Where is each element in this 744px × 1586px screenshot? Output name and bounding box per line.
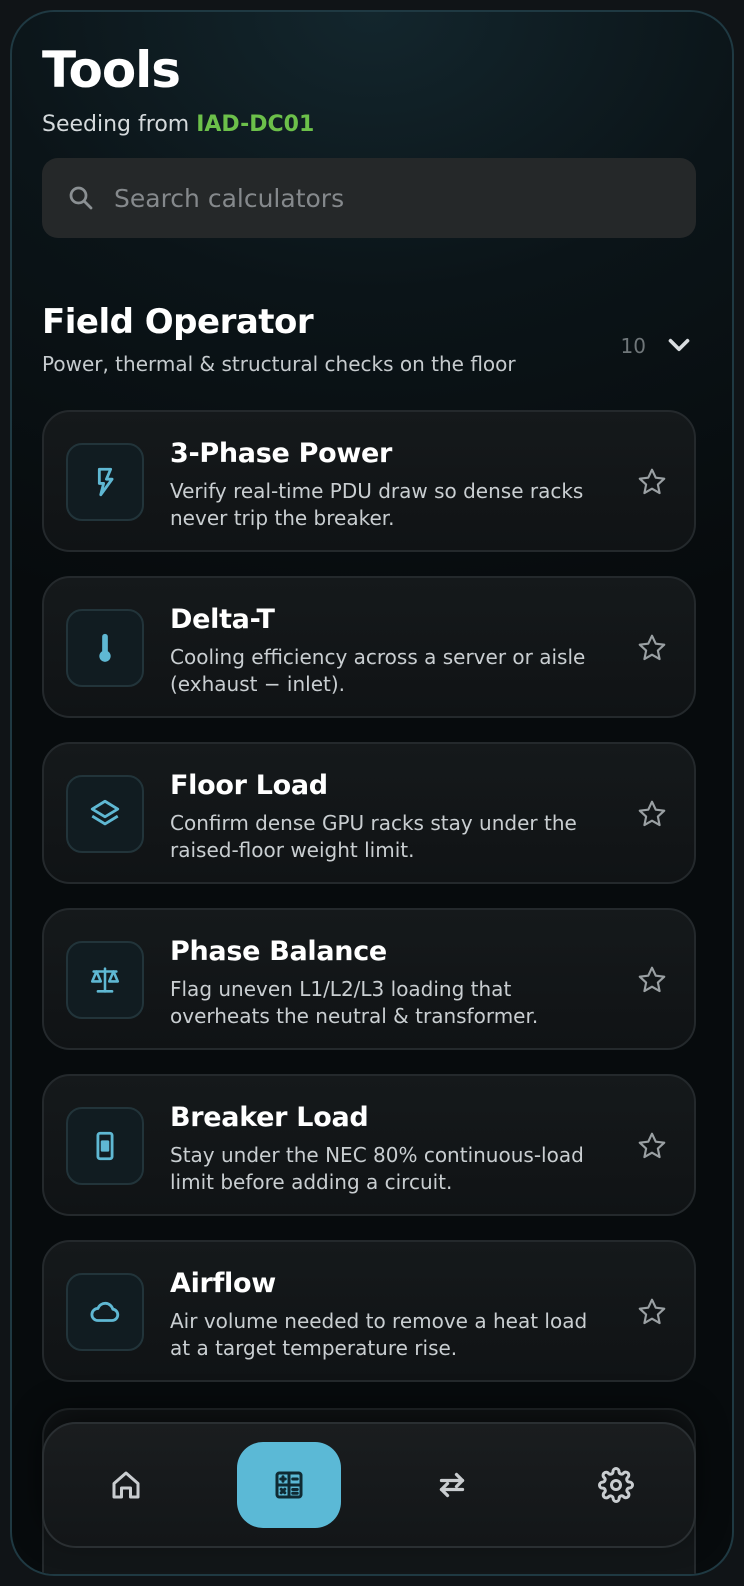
calculator-card-breaker-load[interactable]: Breaker Load Stay under the NEC 80% cont… — [42, 1074, 696, 1216]
scale-icon — [90, 967, 120, 993]
nav-home-button[interactable] — [74, 1442, 178, 1528]
card-title: Breaker Load — [170, 1102, 369, 1133]
section-count: 10 — [620, 334, 646, 358]
star-icon[interactable] — [636, 1296, 668, 1328]
star-icon[interactable] — [636, 798, 668, 830]
thermometer-icon — [99, 633, 111, 662]
home-icon — [112, 1471, 140, 1499]
device-frame: Tools Seeding from IAD-DC01 Field Operat… — [0, 0, 744, 1586]
seeding-status: Seeding from IAD-DC01 — [42, 112, 702, 137]
card-description: Confirm dense GPU racks stay under the r… — [170, 811, 577, 862]
bolt-icon — [97, 467, 114, 497]
card-description: Flag uneven L1/L2/L3 loading that overhe… — [170, 977, 539, 1028]
seeding-prefix: Seeding from — [42, 112, 197, 137]
card-icon-container — [66, 941, 144, 1019]
layers-icon — [90, 799, 120, 826]
nav-settings-button[interactable] — [564, 1442, 668, 1528]
card-title: 3-Phase Power — [170, 438, 393, 469]
card-title: Phase Balance — [170, 936, 387, 967]
search-input[interactable] — [112, 182, 696, 214]
calculator-card-delta-t[interactable]: Delta-T Cooling efficiency across a serv… — [42, 576, 696, 718]
calculator-list: 3-Phase Power Verify real-time PDU draw … — [42, 410, 696, 1406]
card-description: Air volume needed to remove a heat load … — [170, 1309, 588, 1360]
section-title: Field Operator — [42, 302, 314, 342]
card-icon-container — [66, 775, 144, 853]
star-icon[interactable] — [636, 466, 668, 498]
card-title: Floor Load — [170, 770, 328, 801]
card-title: Delta-T — [170, 604, 275, 635]
nav-transfer-button[interactable] — [400, 1442, 504, 1528]
nav-tools-button[interactable] — [237, 1442, 341, 1528]
search-icon — [69, 186, 93, 210]
calculator-card-phase-balance[interactable]: Phase Balance Flag uneven L1/L2/L3 loadi… — [42, 908, 696, 1050]
gear-icon — [598, 1467, 634, 1503]
card-description: Verify real-time PDU draw so dense racks… — [170, 479, 584, 530]
star-icon[interactable] — [636, 632, 668, 664]
app-screen: Tools Seeding from IAD-DC01 Field Operat… — [10, 10, 734, 1576]
seeding-site[interactable]: IAD-DC01 — [196, 112, 314, 137]
section-subtitle: Power, thermal & structural checks on th… — [42, 352, 516, 376]
page-title: Tools — [42, 41, 181, 99]
bottom-nav — [42, 1422, 696, 1548]
star-icon[interactable] — [636, 964, 668, 996]
card-icon-container — [66, 1107, 144, 1185]
card-title: Airflow — [170, 1268, 276, 1299]
star-icon[interactable] — [636, 1130, 668, 1162]
card-description: Stay under the NEC 80% continuous-load l… — [170, 1143, 584, 1194]
calculator-card-airflow[interactable]: Airflow Air volume needed to remove a he… — [42, 1240, 696, 1382]
breaker-icon — [96, 1131, 114, 1161]
calculator-icon — [275, 1471, 303, 1499]
calculator-card-3-phase-power[interactable]: 3-Phase Power Verify real-time PDU draw … — [42, 410, 696, 552]
card-description: Cooling efficiency across a server or ai… — [170, 645, 586, 696]
search-bar[interactable] — [42, 158, 696, 238]
page-header: Tools Seeding from IAD-DC01 — [42, 40, 702, 137]
cloud-icon — [90, 1301, 120, 1322]
calculator-card-floor-load[interactable]: Floor Load Confirm dense GPU racks stay … — [42, 742, 696, 884]
section-field-operator: Field Operator Power, thermal & structur… — [42, 302, 696, 376]
card-icon-container — [66, 609, 144, 687]
card-icon-container — [66, 1273, 144, 1351]
swap-arrows-icon — [439, 1472, 465, 1498]
card-icon-container — [66, 443, 144, 521]
chevron-down-icon[interactable] — [662, 328, 696, 362]
